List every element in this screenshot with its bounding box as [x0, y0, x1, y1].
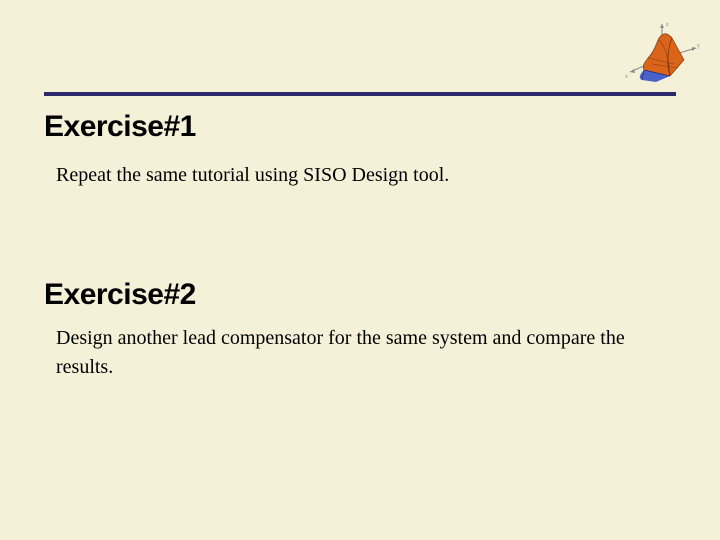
slide: y x z Exercise#1 Repeat the sa — [0, 0, 720, 540]
exercise-1-heading: Exercise#1 — [44, 110, 196, 144]
matlab-logo-icon: y x z — [622, 18, 702, 88]
exercise-1-body: Repeat the same tutorial using SISO Desi… — [56, 162, 660, 189]
svg-text:z: z — [666, 22, 669, 28]
title-divider — [44, 92, 676, 96]
exercise-2-body: Design another lead compensator for the … — [56, 324, 630, 382]
exercise-2-heading: Exercise#2 — [44, 278, 196, 312]
svg-text:x: x — [625, 74, 628, 80]
svg-text:y: y — [697, 43, 700, 49]
